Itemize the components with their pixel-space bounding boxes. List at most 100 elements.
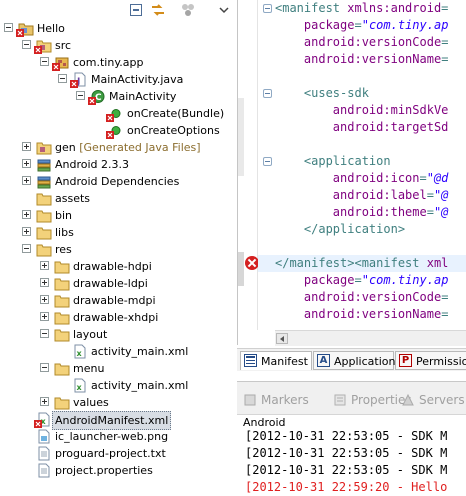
code-line[interactable]: android:label="@ bbox=[275, 187, 449, 204]
horizontal-scrollbar[interactable] bbox=[275, 330, 466, 346]
fold-toggle-icon[interactable] bbox=[263, 89, 272, 98]
code-line[interactable]: android:theme="@ bbox=[275, 204, 449, 221]
tree-item-selected[interactable]: x AndroidManifest.xml bbox=[0, 411, 236, 430]
xml-string: "@d bbox=[426, 171, 449, 185]
expand-icon[interactable] bbox=[40, 261, 49, 270]
tree-item[interactable]: Android 2.3.3 bbox=[0, 156, 236, 173]
image-file-icon bbox=[36, 429, 52, 444]
code-line[interactable]: <uses-sdk bbox=[275, 85, 369, 102]
library-icon bbox=[36, 174, 52, 189]
code-line[interactable]: <application bbox=[275, 153, 391, 170]
view-tab-servers[interactable]: Servers bbox=[399, 391, 465, 409]
console-line: [2012-10-31 22:53:05 - SDK M bbox=[245, 463, 448, 477]
tree-item[interactable]: onCreate(Bundle) bbox=[0, 105, 236, 122]
tree-item[interactable]: com.tiny.app bbox=[0, 54, 236, 71]
collapse-icon[interactable] bbox=[4, 23, 13, 32]
tab-permissions[interactable]: P Permissions bbox=[395, 351, 466, 370]
expand-icon[interactable] bbox=[22, 227, 31, 236]
xml-editor[interactable]: <manifest xmlns:android= package="com.ti… bbox=[237, 0, 466, 346]
tree-item[interactable]: assets bbox=[0, 190, 236, 207]
tree-item[interactable]: layout bbox=[0, 326, 236, 343]
tree-item[interactable]: ic_launcher-web.png bbox=[0, 428, 236, 445]
code-line[interactable]: android:versionName= bbox=[275, 306, 449, 323]
expand-icon[interactable] bbox=[22, 176, 31, 185]
tree-item[interactable]: values bbox=[0, 394, 236, 411]
tree-item-label: onCreate(Bundle) bbox=[127, 107, 225, 120]
tree-item[interactable]: drawable-hdpi bbox=[0, 258, 236, 275]
expand-icon[interactable] bbox=[40, 278, 49, 287]
tree-item[interactable]: drawable-mdpi bbox=[0, 292, 236, 309]
collapse-icon[interactable] bbox=[76, 91, 85, 100]
expand-icon[interactable] bbox=[22, 142, 31, 151]
collapse-icon[interactable] bbox=[22, 40, 31, 49]
scroll-left-icon[interactable] bbox=[276, 333, 288, 344]
collapse-icon[interactable] bbox=[40, 329, 49, 338]
fold-toggle-icon[interactable] bbox=[263, 157, 272, 166]
tree-item[interactable]: drawable-xhdpi bbox=[0, 309, 236, 326]
link-with-editor-icon[interactable] bbox=[150, 2, 166, 18]
code-line[interactable]: android:versionCode= bbox=[275, 34, 449, 51]
method-icon bbox=[106, 123, 124, 139]
code-line[interactable]: android:icon="@d bbox=[275, 170, 449, 187]
tree-item[interactable]: src bbox=[0, 37, 236, 54]
xml-attribute: android:minSdkVe bbox=[332, 103, 449, 117]
view-tabs: Markers Properties Servers bbox=[237, 382, 466, 415]
expand-icon[interactable] bbox=[40, 397, 49, 406]
view-menu-icon[interactable] bbox=[180, 2, 196, 18]
tree-item[interactable]: res bbox=[0, 241, 236, 258]
code-line[interactable]: package="com.tiny.ap bbox=[275, 272, 449, 289]
xml-tag: = bbox=[441, 1, 449, 15]
xml-file-icon: x bbox=[34, 412, 52, 428]
expand-icon[interactable] bbox=[22, 210, 31, 219]
method-icon bbox=[106, 106, 124, 122]
xml-tag: = bbox=[441, 290, 449, 304]
collapse-all-icon[interactable] bbox=[128, 2, 144, 18]
tree-item[interactable]: x activity_main.xml bbox=[0, 343, 236, 360]
code-line[interactable]: <manifest xmlns:android= bbox=[275, 0, 448, 17]
collapse-icon[interactable] bbox=[22, 244, 31, 253]
code-line[interactable]: </application> bbox=[275, 221, 405, 238]
tree-item[interactable]: gen [Generated Java Files] bbox=[0, 139, 236, 156]
tab-manifest[interactable]: Manifest bbox=[240, 351, 312, 370]
xml-tag bbox=[275, 18, 304, 32]
expand-icon[interactable] bbox=[22, 159, 31, 168]
tree-item[interactable]: drawable-ldpi bbox=[0, 275, 236, 292]
code-line[interactable]: android:versionName= bbox=[275, 51, 449, 68]
collapse-icon[interactable] bbox=[40, 363, 49, 372]
tree-item[interactable]: proguard-project.txt bbox=[0, 445, 236, 462]
error-marker-icon[interactable] bbox=[245, 256, 259, 270]
folder-icon bbox=[54, 293, 70, 308]
fold-toggle-icon[interactable] bbox=[263, 4, 272, 13]
tree-item[interactable]: menu bbox=[0, 360, 236, 377]
code-line[interactable]: android:minSdkVe bbox=[275, 102, 449, 119]
tree-item[interactable]: bin bbox=[0, 207, 236, 224]
tree-item[interactable]: onCreateOptions bbox=[0, 122, 236, 139]
tree-item-label: gen [Generated Java Files] bbox=[55, 141, 201, 154]
code-line[interactable]: android:versionCode= bbox=[275, 289, 449, 306]
tree-item-label: project.properties bbox=[55, 464, 153, 477]
code-line[interactable]: package="com.tiny.ap bbox=[275, 17, 449, 34]
tree-item-label: MainActivity bbox=[109, 90, 177, 103]
folder-icon bbox=[54, 327, 70, 342]
tree-item[interactable]: J MainActivity.java bbox=[0, 71, 236, 88]
xml-attribute: android:versionCode bbox=[303, 35, 442, 49]
collapse-icon[interactable] bbox=[40, 57, 49, 66]
chevron-down-icon[interactable] bbox=[216, 2, 232, 18]
tree-item[interactable]: project.properties bbox=[0, 462, 236, 479]
code-line[interactable]: android:targetSd bbox=[275, 119, 449, 136]
view-tab-markers[interactable]: Markers bbox=[241, 391, 309, 409]
expand-icon[interactable] bbox=[40, 295, 49, 304]
tab-application[interactable]: A Application bbox=[313, 351, 395, 370]
tree-item[interactable]: libs bbox=[0, 224, 236, 241]
expand-icon[interactable] bbox=[40, 312, 49, 321]
folder-icon bbox=[36, 242, 52, 257]
tree-item[interactable]: x activity_main.xml bbox=[0, 377, 236, 394]
tree-item-label: drawable-ldpi bbox=[73, 277, 148, 290]
collapse-icon[interactable] bbox=[58, 74, 67, 83]
tree-item[interactable]: Android Dependencies bbox=[0, 173, 236, 190]
folder-icon bbox=[54, 361, 70, 376]
tree-item[interactable]: C MainActivity bbox=[0, 88, 236, 105]
xml-attribute: package bbox=[303, 18, 355, 32]
tree-item[interactable]: Hello bbox=[0, 20, 236, 37]
code-line[interactable]: </manifest><manifest xml bbox=[258, 255, 466, 272]
